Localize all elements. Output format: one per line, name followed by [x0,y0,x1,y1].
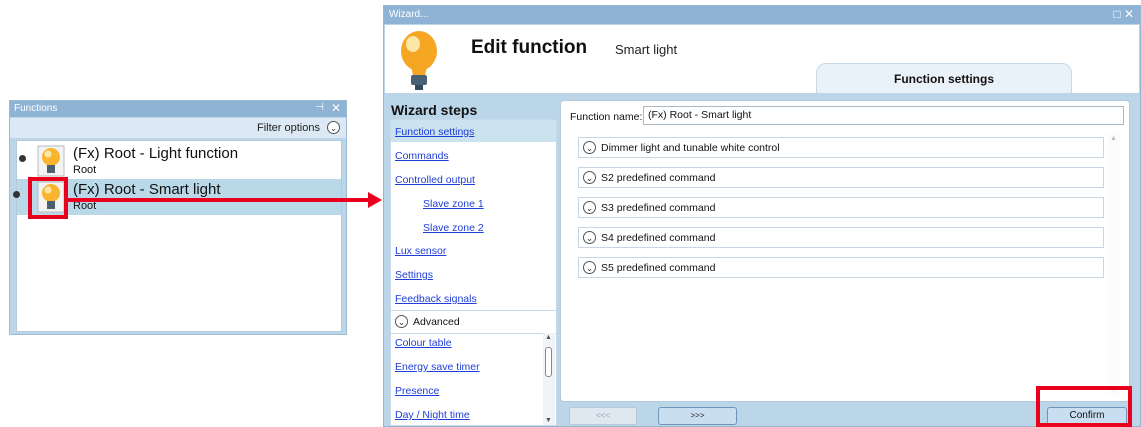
function-name-input[interactable]: (Fx) Root - Smart light [643,106,1124,125]
step-commands[interactable]: Commands [395,150,449,162]
scroll-up-icon[interactable]: ▲ [1110,135,1117,142]
step-slave-zone-2[interactable]: Slave zone 2 [423,222,484,234]
step-controlled-output[interactable]: Controlled output [395,174,475,186]
wizard-titlebar: Wizard... □ ✕ [384,6,1140,24]
content-scrollbar[interactable]: ▲ ▼ [1108,133,1120,395]
filter-options-label[interactable]: Filter options [257,122,320,134]
tab-function-settings[interactable]: Function settings [816,63,1072,93]
chevron-down-icon[interactable]: ⌄ [583,201,596,214]
highlight-box [28,177,68,219]
step-settings[interactable]: Settings [395,269,433,281]
tree-item-light-function[interactable]: (Fx) Root - Light function Root [17,143,341,179]
section-s5-predefined[interactable]: ⌄ S5 predefined command [578,257,1104,278]
chevron-down-icon[interactable]: ⌄ [327,121,340,134]
window-buttons-icon[interactable]: □ ✕ [1113,7,1134,21]
filter-options-row[interactable]: Filter options ⌄ [10,118,346,138]
section-label: S4 predefined command [601,232,716,244]
next-button[interactable]: >>> [658,407,737,425]
wizard-header: Edit function Smart light Function setti… [385,25,1139,93]
functions-titlebar: Functions ⊣ ✕ [10,101,346,117]
expand-icon[interactable] [13,191,20,198]
arrow-line [68,198,372,202]
step-function-settings[interactable]: Function settings [395,126,474,138]
tree-item-parent: Root [73,164,97,176]
section-s3-predefined[interactable]: ⌄ S3 predefined command [578,197,1104,218]
section-dimmer-light[interactable]: ⌄ Dimmer light and tunable white control [578,137,1104,158]
step-day-night-time[interactable]: Day / Night time [395,409,470,421]
chevron-down-icon[interactable]: ⌄ [583,231,596,244]
section-label: S3 predefined command [601,202,716,214]
section-label: S2 predefined command [601,172,716,184]
chevron-down-icon[interactable]: ⌄ [583,171,596,184]
functions-tree: (Fx) Root - Light function Root (Fx) Roo… [13,140,342,332]
scroll-up-icon[interactable]: ▲ [545,334,552,341]
tree-item-name: (Fx) Root - Smart light [73,181,221,198]
step-colour-table[interactable]: Colour table [395,337,452,349]
wizard-title: Wizard... [389,9,429,20]
advanced-toggle[interactable]: ⌄ Advanced [391,310,556,334]
step-energy-save-timer[interactable]: Energy save timer [395,361,480,373]
step-slave-zone-1[interactable]: Slave zone 1 [423,198,484,210]
function-settings-panel: Function name: (Fx) Root - Smart light ⌄… [560,100,1130,402]
previous-button[interactable]: <<< [569,407,637,425]
wizard-steps-list: Function settings Commands Controlled ou… [390,119,557,426]
step-lux-sensor[interactable]: Lux sensor [395,245,446,257]
scroll-down-icon[interactable]: ▼ [545,417,552,424]
step-feedback-signals[interactable]: Feedback signals [395,293,477,305]
page-subtitle: Smart light [615,42,678,57]
section-label: S5 predefined command [601,262,716,274]
page-title: Edit function [471,37,588,58]
tree-item-name: (Fx) Root - Light function [73,145,239,162]
step-presence[interactable]: Presence [395,385,439,397]
lightbulb-icon [37,145,65,177]
lightbulb-icon [397,29,441,91]
functions-title: Functions [14,103,58,114]
steps-scrollbar[interactable]: ▲ ▼ [543,333,555,425]
pin-icon[interactable]: ⊣ [315,102,324,113]
expand-icon[interactable] [19,155,26,162]
section-s2-predefined[interactable]: ⌄ S2 predefined command [578,167,1104,188]
chevron-down-icon[interactable]: ⌄ [395,315,408,328]
function-name-label: Function name: [570,111,643,123]
wizard-steps-title: Wizard steps [391,102,478,118]
chevron-down-icon[interactable]: ⌄ [583,261,596,274]
arrow-head-icon [368,192,382,208]
close-icon[interactable]: ✕ [331,101,341,115]
section-label: Dimmer light and tunable white control [601,142,780,154]
wizard-window: Wizard... □ ✕ Edit function Smart light … [383,5,1141,427]
chevron-down-icon[interactable]: ⌄ [583,141,596,154]
highlight-box [1036,386,1132,427]
scroll-thumb[interactable] [545,347,552,377]
advanced-label: Advanced [413,316,460,328]
section-s4-predefined[interactable]: ⌄ S4 predefined command [578,227,1104,248]
